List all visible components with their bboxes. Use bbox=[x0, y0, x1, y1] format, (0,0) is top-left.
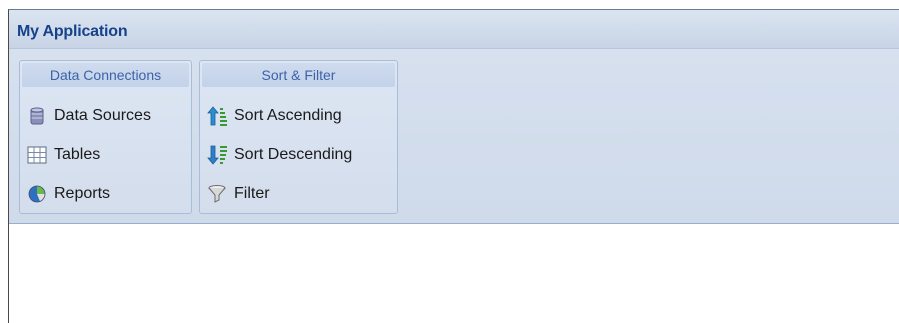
filter-button[interactable]: Filter bbox=[206, 180, 270, 208]
app-title: My Application bbox=[17, 23, 128, 40]
title-bar: My Application bbox=[9, 10, 899, 49]
reports-label: Reports bbox=[54, 185, 111, 202]
sort-ascending-label: Sort Ascending bbox=[234, 107, 342, 124]
tables-label: Tables bbox=[54, 146, 101, 163]
sort-descending-icon bbox=[206, 144, 228, 166]
group-header-data-connections: Data Connections bbox=[22, 63, 189, 87]
filter-label: Filter bbox=[234, 185, 270, 202]
ribbon: Data Connections Data Sources Tables Rep… bbox=[9, 49, 899, 224]
data-sources-button[interactable]: Data Sources bbox=[26, 102, 151, 130]
group-header-sort-filter: Sort & Filter bbox=[202, 63, 395, 87]
database-icon bbox=[26, 105, 48, 127]
group-data-connections: Data Connections Data Sources Tables Rep… bbox=[19, 60, 192, 214]
pie-chart-icon bbox=[26, 183, 48, 205]
data-sources-label: Data Sources bbox=[54, 107, 151, 124]
sort-descending-button[interactable]: Sort Descending bbox=[206, 141, 352, 169]
funnel-icon bbox=[206, 183, 228, 205]
sort-descending-label: Sort Descending bbox=[234, 146, 353, 163]
sort-ascending-button[interactable]: Sort Ascending bbox=[206, 102, 342, 130]
reports-button[interactable]: Reports bbox=[26, 180, 110, 208]
tables-button[interactable]: Tables bbox=[26, 141, 100, 169]
app-window: My Application Data Connections Data Sou… bbox=[8, 9, 899, 323]
table-grid-icon bbox=[26, 144, 48, 166]
group-sort-filter: Sort & Filter Sort Ascending Sort Descen… bbox=[199, 60, 398, 214]
sort-ascending-icon bbox=[206, 105, 228, 127]
